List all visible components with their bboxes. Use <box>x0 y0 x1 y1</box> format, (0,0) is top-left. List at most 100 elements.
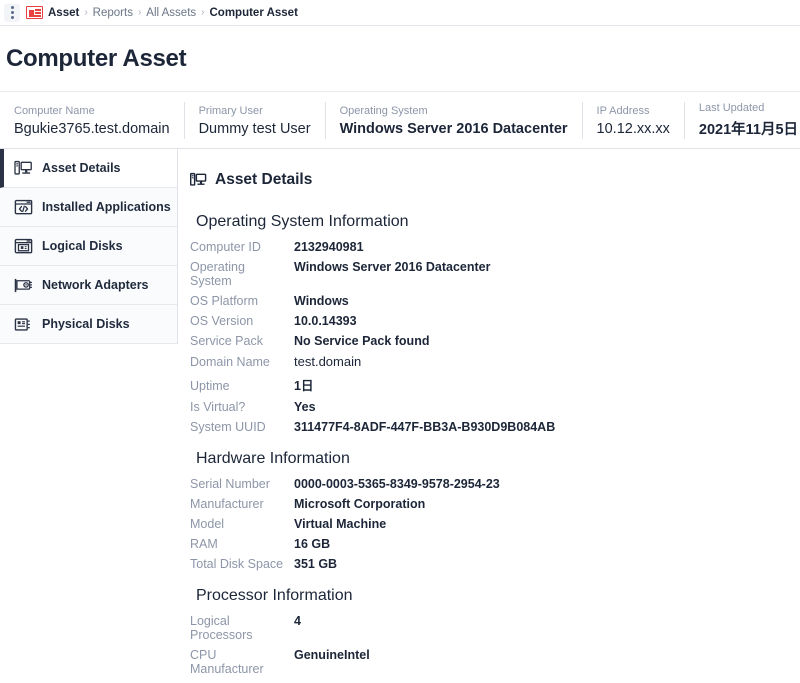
detail-label: Uptime <box>190 379 230 393</box>
detail-value: 2132940981 <box>294 240 364 254</box>
sidebar-item-asset-details[interactable]: Asset Details <box>0 149 177 188</box>
detail-label: Manufacturer <box>190 497 264 511</box>
detail-label: OS Version <box>190 314 254 328</box>
breadcrumb-item-computer-asset[interactable]: Computer Asset <box>210 7 298 19</box>
detail-row: Manufacturer Microsoft Corporation <box>190 497 800 511</box>
meta-value: Bgukie3765.test.domain <box>14 120 170 137</box>
detail-value: 10.0.14393 <box>294 314 357 328</box>
detail-label: Operating System <box>190 260 245 288</box>
detail-row: Is Virtual? Yes <box>190 400 800 414</box>
detail-label: System UUID <box>190 420 266 434</box>
detail-row: Total Disk Space 351 GB <box>190 557 800 571</box>
detail-row: Computer ID 2132940981 <box>190 240 800 254</box>
detail-value: 16 GB <box>294 537 331 551</box>
detail-value: GenuineIntel <box>294 648 370 662</box>
detail-row: Operating System Windows Server 2016 Dat… <box>190 260 800 288</box>
kebab-menu-icon[interactable] <box>4 3 20 22</box>
breadcrumb-item-reports[interactable]: Reports <box>93 7 133 19</box>
meta-cell-last-updated: Last Updated 2021年11月5日 09:00 UTC <box>683 102 800 139</box>
meta-value: 2021年11月5日 09:00 UTC <box>698 122 800 138</box>
sidebar-item-physical-disks[interactable]: Physical Disks <box>0 305 177 344</box>
detail-row: Logical Processors 4 <box>190 614 800 642</box>
meta-label: Last Updated <box>698 102 765 114</box>
meta-cell-computer-name: Computer Name Bgukie3765.test.domain <box>0 102 184 139</box>
page-title: Computer Asset <box>6 45 187 72</box>
detail-value: Windows <box>294 294 349 308</box>
detail-value: 311477F4-8ADF-447F-BB3A-B930D9B084AB <box>294 420 556 434</box>
meta-cell-primary-user: Primary User Dummy test User <box>183 102 325 139</box>
desktop-computer-icon <box>190 172 207 186</box>
meta-cell-ip-address: IP Address 10.12.xx.xx <box>581 102 684 139</box>
detail-row: Serial Number 0000-0003-5365-8349-9578-2… <box>190 477 800 491</box>
breadcrumb-item-all-assets[interactable]: All Assets <box>146 7 196 19</box>
detail-row: RAM 16 GB <box>190 537 800 551</box>
detail-value: test.domain <box>294 354 362 369</box>
sidebar-item-label: Logical Disks <box>42 239 123 253</box>
code-window-icon <box>14 199 33 214</box>
window-disk-icon <box>14 238 33 253</box>
detail-label: Domain Name <box>190 355 270 369</box>
detail-label: Total Disk Space <box>190 557 284 571</box>
detail-row: Model Virtual Machine <box>190 517 800 531</box>
breadcrumb-separator-icon: › <box>201 7 205 18</box>
hardware-chip-icon <box>14 317 30 331</box>
sidebar-item-label: Physical Disks <box>42 317 130 331</box>
detail-row: Service Pack No Service Pack found <box>190 334 800 348</box>
detail-label: CPU Manufacturer <box>190 648 264 676</box>
sidebar-item-network-adapters[interactable]: Network Adapters <box>0 266 177 305</box>
breadcrumb-item-asset[interactable]: Asset <box>48 7 79 19</box>
page-body: Asset Details Installed Applications Log… <box>0 149 800 683</box>
section-title: Processor Information <box>196 587 353 604</box>
meta-label: IP Address <box>596 104 650 117</box>
detail-label: Is Virtual? <box>190 400 246 414</box>
sidebar: Asset Details Installed Applications Log… <box>0 149 178 344</box>
detail-value: 4 <box>294 614 301 628</box>
detail-row: CPU Manufacturer GenuineIntel <box>190 648 800 676</box>
sidebar-item-label: Network Adapters <box>42 278 149 292</box>
detail-value: Virtual Machine <box>294 517 387 531</box>
detail-label: RAM <box>190 537 218 551</box>
section-processor-information: Processor Information Logical Processors… <box>190 587 800 683</box>
detail-label: Computer ID <box>190 240 261 254</box>
main-header-title: Asset Details <box>215 171 313 188</box>
detail-label: Service Pack <box>190 334 263 348</box>
detail-value: No Service Pack found <box>294 334 430 348</box>
breadcrumb-separator-icon: › <box>137 7 142 18</box>
page-title-bar: Computer Asset <box>0 26 800 92</box>
sidebar-item-installed-applications[interactable]: Installed Applications <box>0 188 177 227</box>
breadcrumb-separator-icon: › <box>84 7 88 18</box>
detail-label: OS Platform <box>190 294 259 308</box>
section-operating-system-information: Operating System Information Computer ID… <box>190 213 800 434</box>
detail-value: Windows Server 2016 Datacenter <box>294 260 491 274</box>
section-hardware-information: Hardware Information Serial Number 0000-… <box>190 450 800 571</box>
meta-label: Primary User <box>198 104 263 117</box>
detail-label: Serial Number <box>190 477 270 491</box>
meta-value: 10.12.xx.xx <box>596 120 670 137</box>
detail-row: Uptime 1日 <box>190 375 800 394</box>
network-card-icon <box>14 278 32 292</box>
detail-row: System UUID 311477F4-8ADF-447F-BB3A-B930… <box>190 420 800 434</box>
detail-value: 0000-0003-5365-8349-9578-2954-23 <box>294 477 500 491</box>
breadcrumb: Asset › Reports › All Assets › Computer … <box>48 7 298 19</box>
detail-value: Microsoft Corporation <box>294 497 426 511</box>
asset-summary-bar: Computer Name Bgukie3765.test.domain Pri… <box>0 92 800 149</box>
main-content: Asset Details Operating System Informati… <box>178 149 800 683</box>
detail-label: Logical Processors <box>190 614 253 642</box>
sidebar-item-label: Asset Details <box>42 161 121 175</box>
meta-value: Dummy test User <box>198 120 311 137</box>
meta-cell-operating-system: Operating System Windows Server 2016 Dat… <box>324 102 582 139</box>
section-title: Hardware Information <box>196 450 350 467</box>
detail-value: Yes <box>294 400 316 414</box>
meta-value: Windows Server 2016 Datacenter <box>339 120 568 137</box>
asset-card-icon <box>26 6 43 19</box>
breadcrumb-bar: Asset › Reports › All Assets › Computer … <box>0 0 800 26</box>
detail-value: 351 GB <box>294 557 338 571</box>
section-title: Operating System Information <box>196 213 409 230</box>
detail-row: OS Version 10.0.14393 <box>190 314 800 328</box>
detail-row: OS Platform Windows <box>190 294 800 308</box>
detail-value: 1日 <box>294 379 314 393</box>
sidebar-item-label: Installed Applications <box>42 200 171 214</box>
main-header: Asset Details <box>190 171 800 189</box>
sidebar-item-logical-disks[interactable]: Logical Disks <box>0 227 177 266</box>
detail-row: Domain Name test.domain <box>190 354 800 369</box>
